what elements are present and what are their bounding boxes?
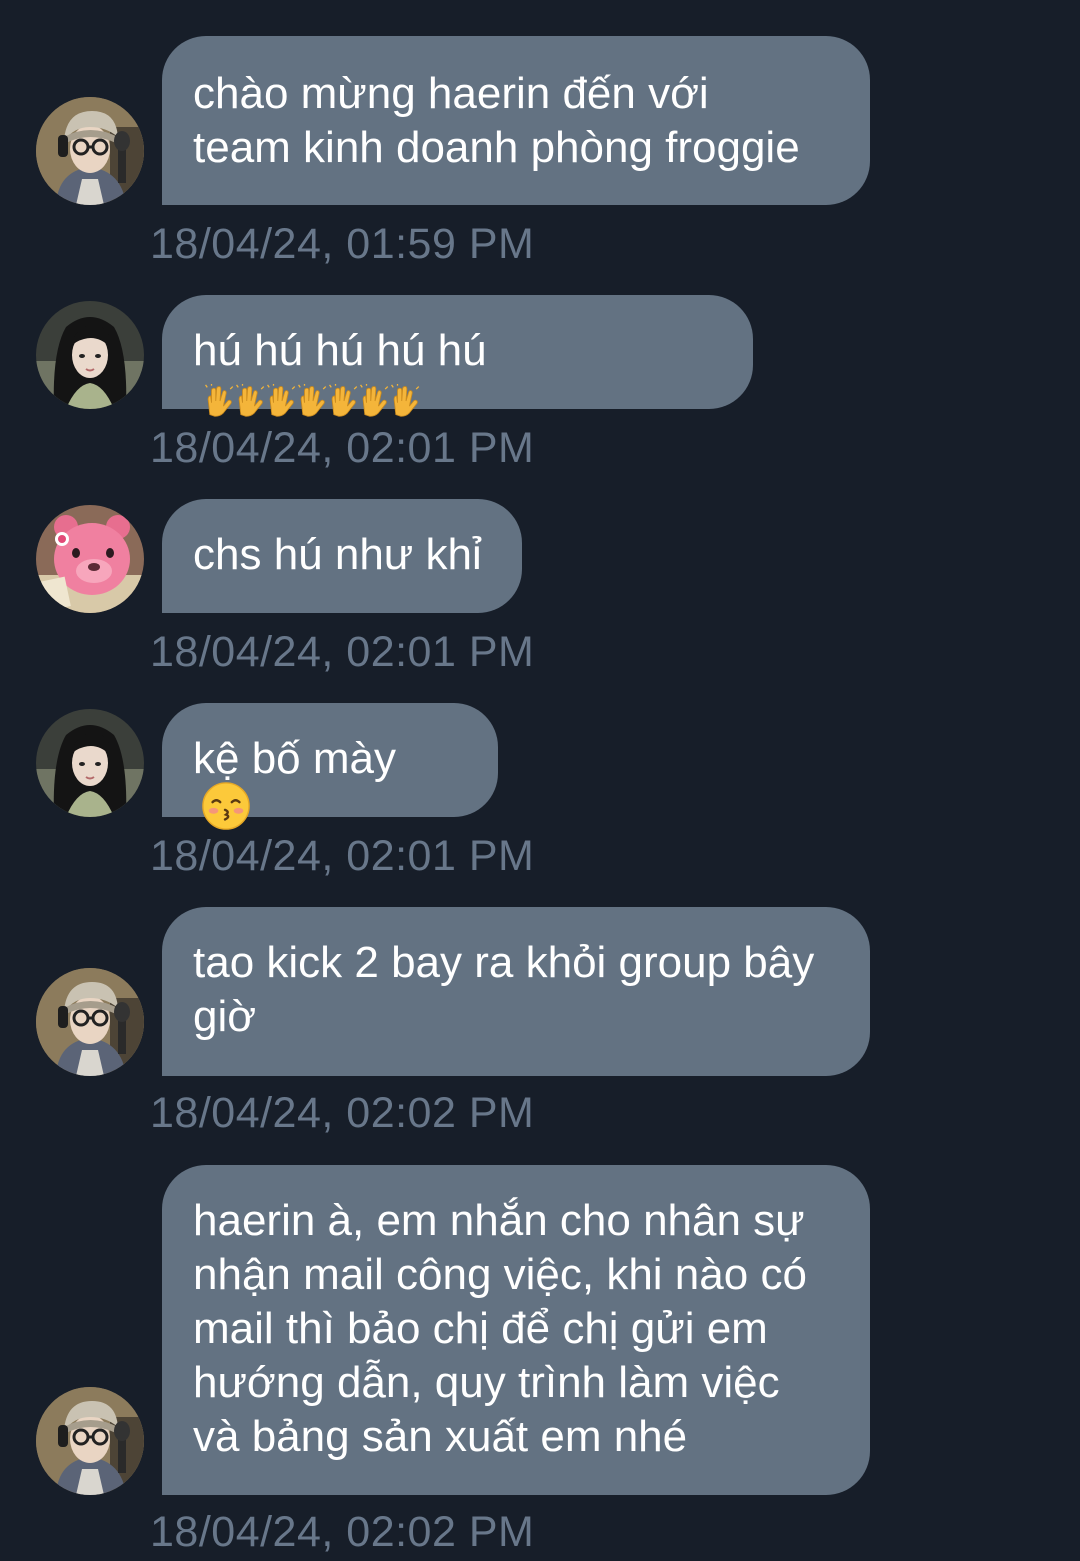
message-text: chào mừng haerin đến với team kinh doanh…	[193, 69, 800, 172]
sender-avatar-icon[interactable]	[36, 505, 144, 613]
message-bubble[interactable]: tao kick 2 bay ra khỏi group bây giờ	[162, 907, 870, 1076]
message-text: chs hú như khỉ	[193, 530, 482, 579]
message-timestamp: 18/04/24, 02:01 PM	[150, 832, 535, 880]
message-text: haerin à, em nhắn cho nhân sự nhận mail …	[193, 1196, 807, 1461]
sender-avatar-icon[interactable]	[36, 1387, 144, 1495]
message-bubble[interactable]: chào mừng haerin đến với team kinh doanh…	[162, 36, 870, 205]
message-bubble[interactable]: hú hú hú hú hú	[162, 295, 753, 418]
message-timestamp: 18/04/24, 02:01 PM	[150, 424, 535, 472]
message-timestamp: 18/04/24, 02:02 PM	[150, 1089, 535, 1137]
message-timestamp: 18/04/24, 01:59 PM	[150, 220, 535, 268]
message-bubble[interactable]: kệ bố mày	[162, 703, 498, 817]
message-text: kệ bố mày	[193, 734, 396, 783]
message-bubble[interactable]: haerin à, em nhắn cho nhân sự nhận mail …	[162, 1165, 870, 1495]
message-bubble[interactable]: chs hú như khỉ	[162, 499, 522, 613]
sender-avatar-icon[interactable]	[36, 97, 144, 205]
message-text: hú hú hú hú hú	[193, 326, 487, 375]
message-text: tao kick 2 bay ra khỏi group bây giờ	[193, 938, 815, 1041]
message-timestamp: 18/04/24, 02:02 PM	[150, 1508, 535, 1556]
chat-message-list[interactable]: chào mừng haerin đến với team kinh doanh…	[0, 0, 1080, 1561]
message-timestamp: 18/04/24, 02:01 PM	[150, 628, 535, 676]
sender-avatar-icon[interactable]	[36, 301, 144, 409]
sender-avatar-icon[interactable]	[36, 709, 144, 817]
sender-avatar-icon[interactable]	[36, 968, 144, 1076]
